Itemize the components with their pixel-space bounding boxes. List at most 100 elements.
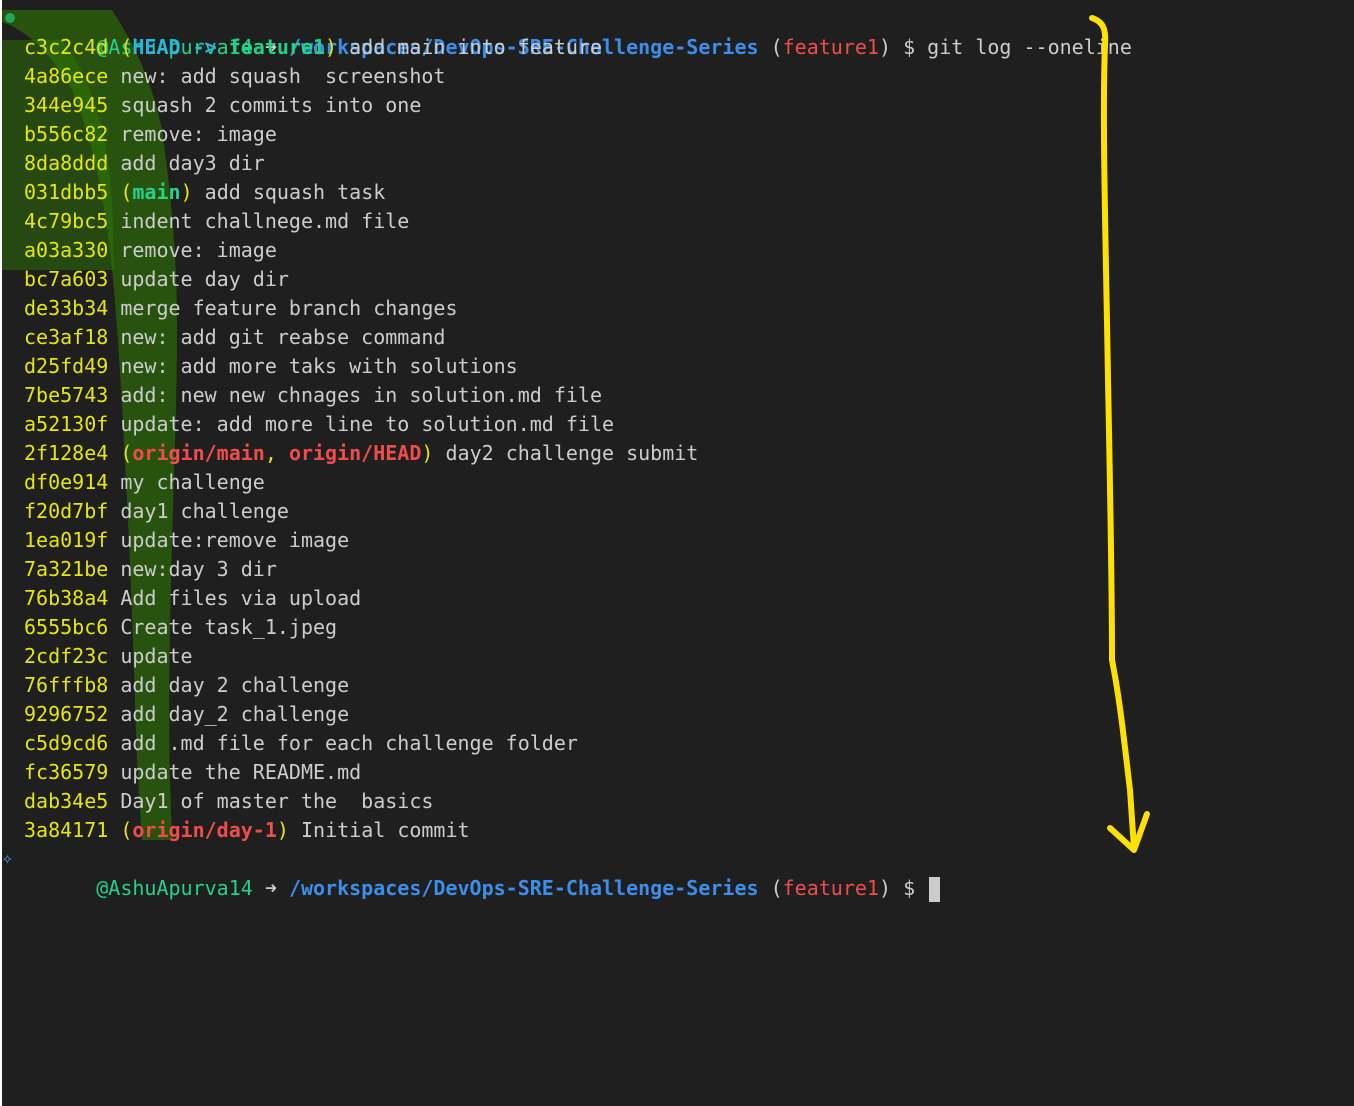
commit-line: 76b38a4 Add files via upload <box>2 584 1354 613</box>
terminal-window[interactable]: @AshuApurva14 ➜ /workspaces/DevOps-SRE-C… <box>2 0 1354 1106</box>
commit-message: add .md file for each challenge folder <box>120 731 578 755</box>
commit-message: indent challnege.md file <box>120 209 410 233</box>
commit-line: 4c79bc5 indent challnege.md file <box>2 207 1354 236</box>
commit-hash: df0e914 <box>24 470 109 494</box>
commit-line: a03a330 remove: image <box>2 236 1354 265</box>
commit-hash: 76fffb8 <box>24 673 109 697</box>
commit-ref: HEAD -> <box>132 35 229 59</box>
prompt-line: @AshuApurva14 ➜ /workspaces/DevOps-SRE-C… <box>2 4 1354 59</box>
prompt-branch: feature1 <box>782 876 879 900</box>
commit-line: c5d9cd6 add .md file for each challenge … <box>2 729 1354 758</box>
prompt-line-current[interactable]: ✧ @AshuApurva14 ➜ /workspaces/DevOps-SRE-… <box>2 845 1354 902</box>
commit-message: day2 challenge submit <box>445 441 699 465</box>
commit-hash: 3a84171 <box>24 818 109 842</box>
commit-line: a52130f update: add more line to solutio… <box>2 410 1354 439</box>
commit-ref: main <box>132 180 181 204</box>
prompt-symbol: $ <box>903 876 916 900</box>
commit-message: add day_2 challenge <box>120 702 350 726</box>
commit-line: 344e945 squash 2 commits into one <box>2 91 1354 120</box>
commit-line: 031dbb5 (main) add squash task <box>24 180 386 204</box>
commit-message: add squash task <box>204 180 386 204</box>
commit-line: 8da8ddd add day3 dir <box>2 149 1354 178</box>
commit-line: 7be5743 add: new new chnages in solution… <box>2 381 1354 410</box>
commit-message: new: add squash screenshot <box>120 64 446 88</box>
commit-hash: 8da8ddd <box>24 151 109 175</box>
commit-line: df0e914 my challenge <box>2 468 1354 497</box>
ref-separator: , <box>264 441 289 465</box>
text-cursor[interactable] <box>929 877 941 902</box>
commit-hash: dab34e5 <box>24 789 109 813</box>
commit-ref: origin/day-1 <box>132 818 277 842</box>
commit-line: bc7a603 update day dir <box>2 265 1354 294</box>
commit-hash: 4c79bc5 <box>24 209 109 233</box>
commit-message: my challenge <box>120 470 265 494</box>
commit-line: 9296752 add day_2 challenge <box>2 700 1354 729</box>
commit-line: 76fffb8 add day 2 challenge <box>2 671 1354 700</box>
commit-line: c3c2c4d (HEAD -> feature1) add main into… <box>24 35 603 59</box>
commit-ref: origin/HEAD <box>288 441 422 465</box>
commit-line: ce3af18 new: add git reabse command <box>2 323 1354 352</box>
commit-message: remove: image <box>120 238 277 262</box>
commit-message: add day3 dir <box>120 151 265 175</box>
commit-hash: 344e945 <box>24 93 109 117</box>
commit-hash: bc7a603 <box>24 267 109 291</box>
commit-message: merge feature branch changes <box>120 296 458 320</box>
commit-message: update <box>120 644 193 668</box>
commit-message: update the README.md <box>120 760 362 784</box>
commit-message: add main into feature <box>349 35 603 59</box>
green-dot-icon <box>5 13 15 23</box>
prompt-path: /workspaces/DevOps-SRE-Challenge-Series <box>288 876 759 900</box>
commit-hash: 031dbb5 <box>24 180 109 204</box>
commit-line: 2f128e4 (origin/main, origin/HEAD) day2 … <box>24 441 699 465</box>
commit-hash: 4a86ece <box>24 64 109 88</box>
commit-message: update: add more line to solution.md fil… <box>120 412 615 436</box>
commit-hash: c5d9cd6 <box>24 731 109 755</box>
commit-line: f20d7bf day1 challenge <box>2 497 1354 526</box>
commit-hash: 7a321be <box>24 557 109 581</box>
commit-hash: 2cdf23c <box>24 644 109 668</box>
commit-hash: de33b34 <box>24 296 109 320</box>
commit-message: new:day 3 dir <box>120 557 277 581</box>
commit-hash: 6555bc6 <box>24 615 109 639</box>
commit-hash: a52130f <box>24 412 109 436</box>
commit-message: remove: image <box>120 122 277 146</box>
commit-line: dab34e5 Day1 of master the basics <box>2 787 1354 816</box>
commit-hash: c3c2c4d <box>24 35 109 59</box>
sparkle-icon: ✧ <box>2 848 13 869</box>
commit-line: 7a321be new:day 3 dir <box>2 555 1354 584</box>
commit-hash: 2f128e4 <box>24 441 109 465</box>
commit-hash: b556c82 <box>24 122 109 146</box>
commit-line: 6555bc6 Create task_1.jpeg <box>2 613 1354 642</box>
commit-message: add day 2 challenge <box>120 673 350 697</box>
commit-hash: fc36579 <box>24 760 109 784</box>
commit-message: Day1 of master the basics <box>120 789 434 813</box>
commit-hash: f20d7bf <box>24 499 109 523</box>
commit-hash: a03a330 <box>24 238 109 262</box>
terminal-output: @AshuApurva14 ➜ /workspaces/DevOps-SRE-C… <box>2 4 1354 902</box>
commit-message: Create task_1.jpeg <box>120 615 338 639</box>
commit-list: c3c2c4d (HEAD -> feature1) add main into… <box>2 33 1354 845</box>
commit-line: 2cdf23c update <box>2 642 1354 671</box>
commit-message: new: add more taks with solutions <box>120 354 518 378</box>
commit-message: day1 challenge <box>120 499 289 523</box>
commit-line: fc36579 update the README.md <box>2 758 1354 787</box>
prompt-arrow: ➜ <box>264 876 277 900</box>
commit-message: update day dir <box>120 267 289 291</box>
commit-hash: ce3af18 <box>24 325 109 349</box>
commit-line: de33b34 merge feature branch changes <box>2 294 1354 323</box>
commit-hash: 9296752 <box>24 702 109 726</box>
commit-ref: feature1 <box>228 35 326 59</box>
commit-hash: 1ea019f <box>24 528 109 552</box>
commit-line: 1ea019f update:remove image <box>2 526 1354 555</box>
commit-message: new: add git reabse command <box>120 325 446 349</box>
prompt-user: @AshuApurva14 <box>96 876 253 900</box>
commit-hash: 76b38a4 <box>24 586 109 610</box>
commit-hash: d25fd49 <box>24 354 109 378</box>
commit-line: 4a86ece new: add squash screenshot <box>2 62 1354 91</box>
commit-line: 3a84171 (origin/day-1) Initial commit <box>24 818 470 842</box>
commit-message: Add files via upload <box>120 586 362 610</box>
commit-ref: origin/main <box>132 441 265 465</box>
commit-message: squash 2 commits into one <box>120 93 422 117</box>
commit-hash: 7be5743 <box>24 383 109 407</box>
commit-message: update:remove image <box>120 528 350 552</box>
